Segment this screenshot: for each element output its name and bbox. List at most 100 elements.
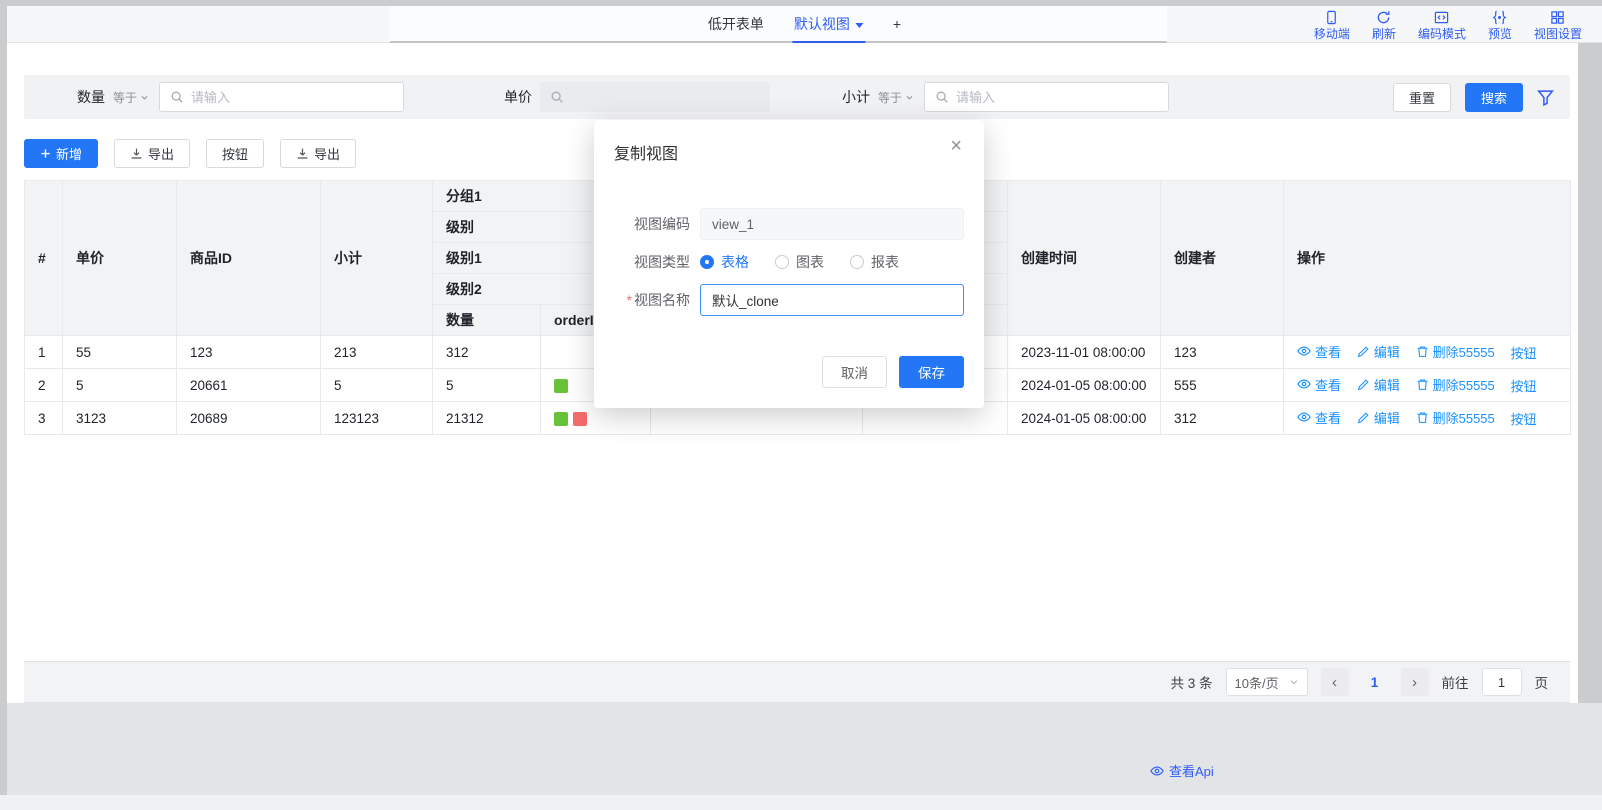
cell-ops: 查看 编辑 删除55555 按钮 — [1284, 402, 1571, 435]
table-empty-area — [7, 435, 1578, 661]
radio-chart[interactable]: 图表 — [775, 252, 824, 272]
view-link[interactable]: 查看 — [1297, 375, 1341, 394]
filter-price-label: 单价 — [504, 87, 532, 107]
add-button[interactable]: 新增 — [24, 139, 98, 168]
edit-link[interactable]: 编辑 — [1357, 408, 1400, 427]
filter-price: 单价 — [504, 82, 770, 112]
filter-quantity: 数量 等于 — [77, 82, 404, 112]
code-mode-button[interactable]: 编码模式 — [1418, 10, 1466, 41]
reset-button[interactable]: 重置 — [1393, 83, 1451, 112]
preview-button[interactable]: 预览 — [1488, 10, 1512, 41]
image-thumbnail-green[interactable] — [554, 412, 568, 426]
dialog-footer: 取消 保存 — [614, 356, 964, 388]
delete-link[interactable]: 删除55555 — [1416, 375, 1495, 394]
pencil-icon — [1357, 411, 1370, 424]
cell-creator: 312 — [1161, 402, 1284, 435]
current-page[interactable]: 1 — [1362, 668, 1388, 696]
pencil-icon — [1357, 378, 1370, 391]
mobile-icon — [1324, 10, 1339, 25]
column-header-subtotal: 小计 — [321, 181, 433, 336]
view-type-radio-group: 表格 图表 报表 — [700, 252, 925, 272]
view-name-input[interactable] — [700, 284, 964, 316]
filter-quantity-op-dropdown[interactable]: 等于 — [113, 89, 149, 106]
chevron-down-icon — [140, 93, 149, 102]
copy-view-dialog: 复制视图 × 视图编码 视图类型 表格 图表 报表 — [594, 120, 984, 408]
tab-form[interactable]: 低开表单 — [708, 6, 764, 42]
cell-product-id: 20689 — [177, 402, 321, 435]
cell-quantity: 312 — [433, 336, 541, 369]
save-button[interactable]: 保存 — [899, 356, 964, 388]
filter-bar: 数量 等于 单价 小计 等于 — [24, 75, 1570, 119]
filter-funnel-icon[interactable] — [1537, 89, 1554, 106]
search-button[interactable]: 搜索 — [1465, 83, 1523, 112]
view-name-label: *视图名称 — [614, 290, 690, 310]
page-size-select[interactable]: 10条/页 — [1226, 668, 1308, 696]
view-settings-button[interactable]: 视图设置 — [1534, 10, 1582, 41]
page-footer: 查看Api — [7, 703, 1602, 795]
tab-default-view[interactable]: 默认视图 — [794, 6, 863, 42]
filter-subtotal-op-dropdown[interactable]: 等于 — [878, 89, 914, 106]
top-tabbar: 低开表单 默认视图 + 移动端 刷新 编码模式 预览 视图设置 — [7, 6, 1602, 43]
goto-page-input[interactable] — [1482, 668, 1522, 696]
custom-button[interactable]: 按钮 — [206, 139, 264, 168]
image-thumbnail-red[interactable] — [573, 412, 587, 426]
column-header-creator: 创建者 — [1161, 181, 1284, 336]
cell-index: 1 — [25, 336, 63, 369]
tab-add[interactable]: + — [893, 6, 901, 42]
export-button-2[interactable]: 导出 — [280, 139, 356, 168]
cancel-button[interactable]: 取消 — [822, 356, 887, 388]
view-name-row: *视图名称 — [614, 284, 964, 316]
image-thumbnail-green[interactable] — [554, 379, 568, 393]
export-button-1[interactable]: 导出 — [114, 139, 190, 168]
bottom-strip — [0, 795, 1602, 810]
row-button-link[interactable]: 按钮 — [1511, 343, 1537, 362]
filter-subtotal-input[interactable] — [956, 90, 1158, 105]
filter-quantity-label: 数量 — [77, 87, 105, 107]
search-icon — [935, 90, 949, 104]
mobile-button[interactable]: 移动端 — [1314, 10, 1350, 41]
filter-quantity-input[interactable] — [191, 90, 393, 105]
delete-link[interactable]: 删除55555 — [1416, 342, 1495, 361]
cell-created-at: 2023-11-01 08:00:00 — [1008, 336, 1161, 369]
filter-subtotal-input-wrap — [924, 82, 1169, 112]
column-header-price: 单价 — [63, 181, 177, 336]
cell-price: 3123 — [63, 402, 177, 435]
cell-index: 3 — [25, 402, 63, 435]
cell-created-at: 2024-01-05 08:00:00 — [1008, 402, 1161, 435]
cell-price: 5 — [63, 369, 177, 402]
column-header-ops: 操作 — [1284, 181, 1571, 336]
prev-page-button[interactable]: ‹ — [1321, 668, 1349, 696]
filter-price-input[interactable] — [571, 90, 760, 105]
close-icon[interactable]: × — [950, 136, 962, 156]
view-code-input[interactable] — [700, 208, 964, 240]
eye-icon — [1297, 344, 1311, 358]
radio-table[interactable]: 表格 — [700, 252, 749, 272]
next-page-button[interactable]: › — [1401, 668, 1429, 696]
view-api-link[interactable]: 查看Api — [1150, 761, 1214, 780]
refresh-button[interactable]: 刷新 — [1372, 10, 1396, 41]
search-icon — [550, 90, 564, 104]
radio-dot-icon — [775, 255, 789, 269]
view-link[interactable]: 查看 — [1297, 342, 1341, 361]
tabbar-actions: 移动端 刷新 编码模式 预览 视图设置 — [1314, 10, 1582, 41]
delete-link[interactable]: 删除55555 — [1416, 408, 1495, 427]
chevron-down-icon — [905, 93, 914, 102]
cell-subtotal: 5 — [321, 369, 433, 402]
row-button-link[interactable]: 按钮 — [1511, 376, 1537, 395]
edit-link[interactable]: 编辑 — [1357, 342, 1400, 361]
view-link[interactable]: 查看 — [1297, 408, 1341, 427]
eye-icon — [1297, 377, 1311, 391]
chevron-down-icon — [1289, 677, 1299, 687]
filter-subtotal: 小计 等于 — [842, 82, 1169, 112]
dialog-form: 视图编码 视图类型 表格 图表 报表 *视图名称 — [614, 208, 964, 316]
edit-link[interactable]: 编辑 — [1357, 375, 1400, 394]
radio-report[interactable]: 报表 — [850, 252, 899, 272]
view-type-row: 视图类型 表格 图表 报表 — [614, 252, 964, 272]
row-button-link[interactable]: 按钮 — [1511, 409, 1537, 428]
download-icon — [130, 147, 143, 160]
eye-icon — [1150, 764, 1164, 778]
filter-price-input-wrap — [540, 82, 770, 112]
filter-subtotal-label: 小计 — [842, 87, 870, 107]
cell-ops: 查看 编辑 删除55555 按钮 — [1284, 369, 1571, 402]
cell-creator: 123 — [1161, 336, 1284, 369]
